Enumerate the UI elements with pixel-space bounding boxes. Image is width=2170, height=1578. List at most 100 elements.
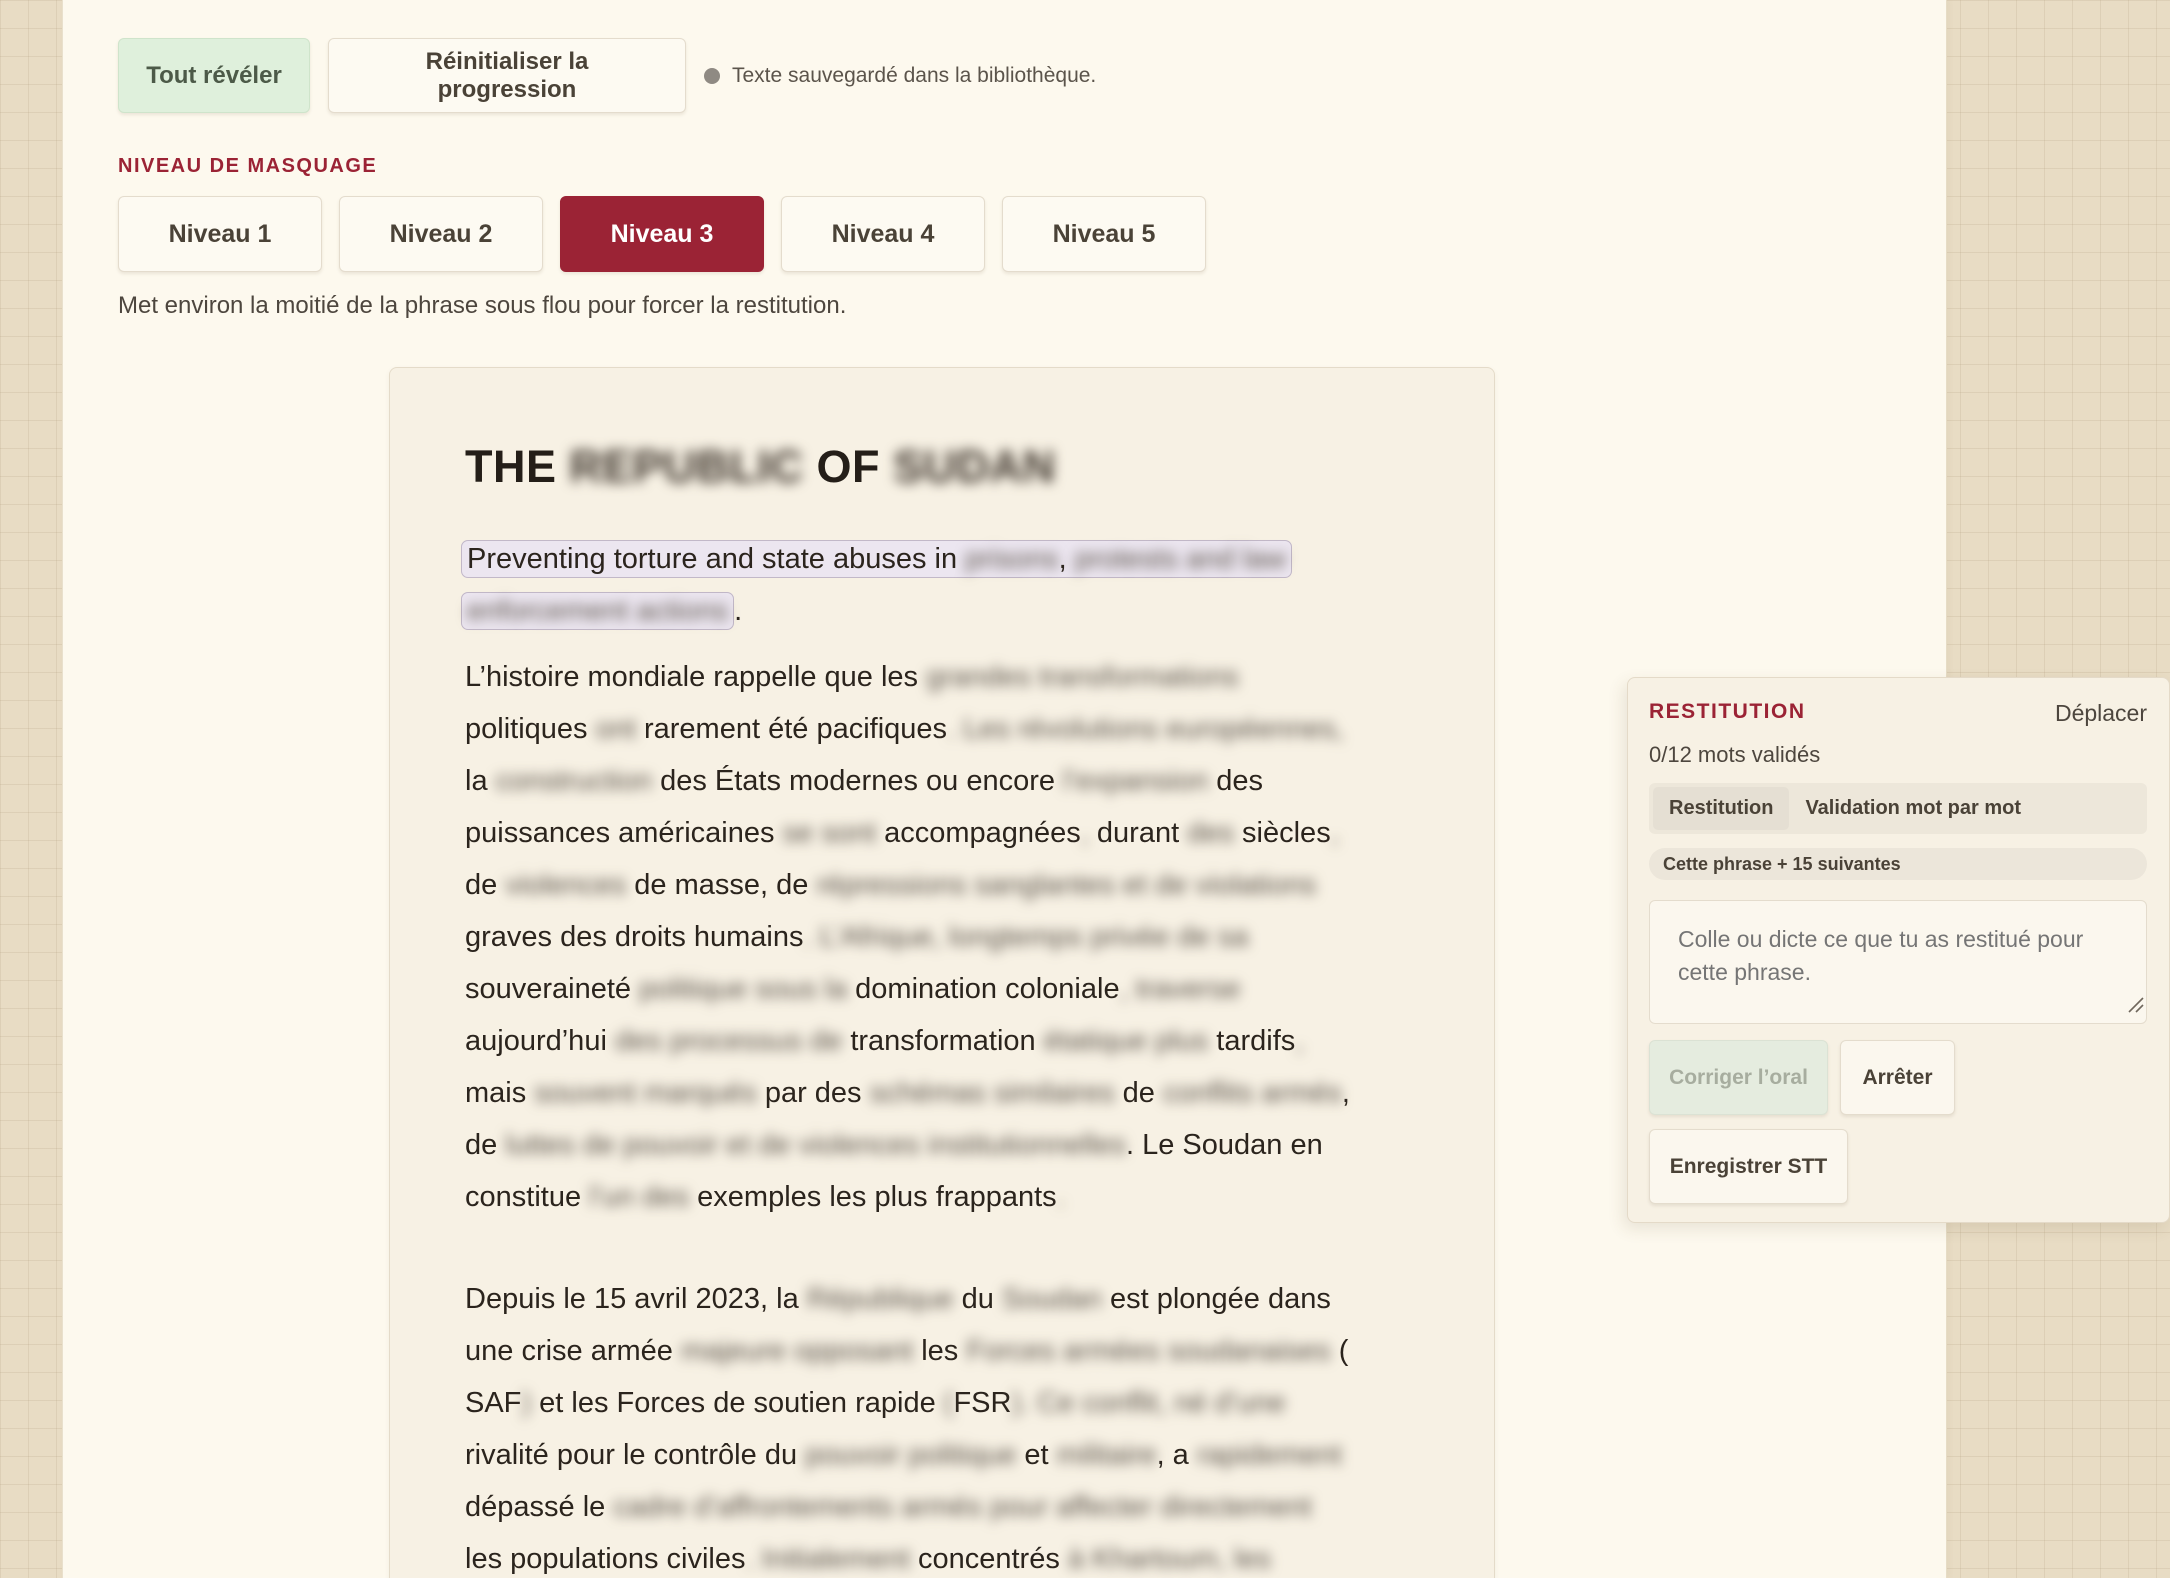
masked-word[interactable]: . Les révolutions européennes,	[947, 713, 1344, 745]
current-sentence[interactable]: Preventing torture and state abuses in p…	[461, 533, 1381, 637]
masked-word[interactable]: , traverse	[1120, 973, 1241, 1005]
masked-word[interactable]: grandes transformations	[926, 661, 1239, 693]
masked-word[interactable]: se sont	[783, 817, 877, 849]
resize-handle-icon[interactable]	[2126, 995, 2144, 1013]
visible-text: et	[1024, 1439, 1049, 1471]
highlighted-sentence-line-2[interactable]: enforcement actions	[461, 592, 735, 630]
visible-text: (	[1338, 1335, 1349, 1367]
masked-word[interactable]: ,	[1295, 1025, 1303, 1057]
masked-word[interactable]: pouvoir politique	[805, 1439, 1016, 1471]
visible-text: concentrés	[917, 1543, 1060, 1575]
document-card: THE REPUBLIC OF SUDAN Preventing torture…	[389, 367, 1495, 1578]
masked-word[interactable]: politique sous la	[639, 973, 847, 1005]
masked-word[interactable]: prisons	[965, 543, 1059, 575]
masked-word[interactable]: l’expansion	[1063, 765, 1208, 797]
masking-level-selector: Niveau 1 Niveau 2 Niveau 3 Niveau 4 Nive…	[118, 196, 1223, 272]
sentence-text: .	[734, 595, 743, 627]
record-stt-button[interactable]: Enregistrer STT	[1649, 1129, 1848, 1204]
masked-word[interactable]: violences	[505, 869, 626, 901]
visible-text: rarement été pacifiques	[643, 713, 948, 745]
masked-title-word[interactable]: SUDAN	[893, 441, 1056, 492]
masked-word[interactable]: luttes de pouvoir et de violences instit…	[505, 1129, 1126, 1161]
masked-word[interactable]: schémas similaires	[870, 1077, 1115, 1109]
masked-word[interactable]: des	[1187, 817, 1234, 849]
sentence-text: ,	[1058, 543, 1067, 575]
masked-word[interactable]: ). Ce conflit, né d’une	[1011, 1387, 1285, 1419]
masking-level-label: NIVEAU DE MASQUAGE	[118, 155, 378, 177]
visible-text: siècles	[1242, 817, 1331, 849]
stop-button[interactable]: Arrêter	[1840, 1040, 1955, 1115]
paragraph-line: aujourd’hui des processus de transformat…	[465, 1015, 1405, 1067]
visible-text: de	[1122, 1077, 1155, 1109]
masked-word[interactable]: cadre d’affrontements armés pour affecte…	[613, 1491, 1312, 1523]
visible-text: est plongée dans	[1109, 1283, 1331, 1315]
masked-word[interactable]: des processus de	[615, 1025, 842, 1057]
masked-word[interactable]: (	[944, 1387, 954, 1419]
masked-word[interactable]: protests and law	[1075, 543, 1286, 575]
paragraph-line: les populations civiles. Initialement co…	[465, 1533, 1405, 1578]
visible-text: de	[465, 1129, 498, 1161]
masked-word[interactable]: Forces armées soudanaises	[966, 1335, 1330, 1367]
masked-word[interactable]: Soudan	[1002, 1283, 1102, 1315]
masked-word[interactable]: ,	[1331, 817, 1339, 849]
mode-tabs: Restitution Validation mot par mot	[1649, 783, 2147, 834]
level-4-button[interactable]: Niveau 4	[781, 196, 985, 272]
restitution-input[interactable]	[1649, 900, 2147, 1024]
masked-word[interactable]: enforcement actions	[467, 595, 728, 627]
level-1-button[interactable]: Niveau 1	[118, 196, 322, 272]
masked-word[interactable]: République	[807, 1283, 954, 1315]
title-word: THE	[465, 441, 557, 492]
masked-word[interactable]: souvent marqués	[534, 1077, 756, 1109]
visible-text: politiques	[465, 713, 588, 745]
masked-word[interactable]: militaire	[1057, 1439, 1157, 1471]
visible-text: ,	[1341, 1077, 1350, 1109]
masked-word[interactable]: ,	[1081, 817, 1089, 849]
tab-word-validation[interactable]: Validation mot par mot	[1789, 787, 2037, 830]
visible-text: tardifs	[1216, 1025, 1296, 1057]
tab-restitution[interactable]: Restitution	[1653, 787, 1790, 830]
masked-title-word[interactable]: REPUBLIC	[570, 441, 804, 492]
paragraph-line: puissances américaines se sont accompagn…	[465, 807, 1405, 859]
masking-level-description: Met environ la moitié de la phrase sous …	[118, 292, 847, 319]
paragraph-line: souveraineté politique sous la dominatio…	[465, 963, 1405, 1015]
paragraph-line: constitue l’un des exemples les plus fra…	[465, 1171, 1405, 1223]
move-panel-button[interactable]: Déplacer	[2055, 700, 2147, 727]
visible-text: L’histoire mondiale rappelle que les	[465, 661, 919, 693]
paragraph-line: graves des droits humains. L’Afrique, lo…	[465, 911, 1405, 963]
visible-text: souveraineté	[465, 973, 632, 1005]
reveal-all-button[interactable]: Tout révéler	[118, 38, 310, 113]
visible-text: de masse, de	[634, 869, 809, 901]
masked-word[interactable]: l’un des	[589, 1181, 689, 1213]
visible-text: la	[465, 765, 488, 797]
masked-word[interactable]: à Khartoum, les	[1068, 1543, 1271, 1575]
visible-text: exemples les plus frappants	[697, 1181, 1057, 1213]
visible-text: graves des droits humains	[465, 921, 804, 953]
visible-text: les	[921, 1335, 959, 1367]
masked-word[interactable]: )	[521, 1387, 531, 1419]
highlighted-sentence-line-1[interactable]: Preventing torture and state abuses in p…	[461, 540, 1292, 578]
paragraph-line: Depuis le 15 avril 2023, la République d…	[465, 1273, 1405, 1325]
masked-word[interactable]: majeure opposant	[681, 1335, 913, 1367]
masked-word[interactable]: ont	[596, 713, 636, 745]
visible-text: dépassé le	[465, 1491, 606, 1523]
sentence-text: Preventing torture and state abuses in	[467, 543, 958, 575]
level-5-button[interactable]: Niveau 5	[1002, 196, 1206, 272]
masked-word[interactable]: conflits armés	[1163, 1077, 1342, 1109]
masked-word[interactable]: construction	[496, 765, 652, 797]
masked-word[interactable]: étatique plus	[1044, 1025, 1208, 1057]
masked-word[interactable]: rapidement	[1197, 1439, 1342, 1471]
reset-progress-button[interactable]: Réinitialiser la progression	[328, 38, 686, 113]
paragraph-line: de luttes de pouvoir et de violences ins…	[465, 1119, 1405, 1171]
visible-text: les populations civiles	[465, 1543, 746, 1575]
masked-word[interactable]: . Initialement	[745, 1543, 909, 1575]
masked-word[interactable]: répressions sanglantes et de violations	[816, 869, 1316, 901]
correct-oral-button[interactable]: Corriger l’oral	[1649, 1040, 1828, 1115]
paragraph-line: rivalité pour le contrôle du pouvoir pol…	[465, 1429, 1405, 1481]
level-3-button[interactable]: Niveau 3	[560, 196, 764, 272]
scope-badge[interactable]: Cette phrase + 15 suivantes	[1649, 848, 2147, 880]
masked-word[interactable]: . L’Afrique, longtemps privée de sa	[804, 921, 1249, 953]
level-2-button[interactable]: Niveau 2	[339, 196, 543, 272]
paragraph-line: dépassé le cadre d’affrontements armés p…	[465, 1481, 1405, 1533]
save-status: Texte sauvegardé dans la bibliothèque.	[704, 64, 1096, 88]
masked-word[interactable]: .	[1057, 1181, 1065, 1213]
